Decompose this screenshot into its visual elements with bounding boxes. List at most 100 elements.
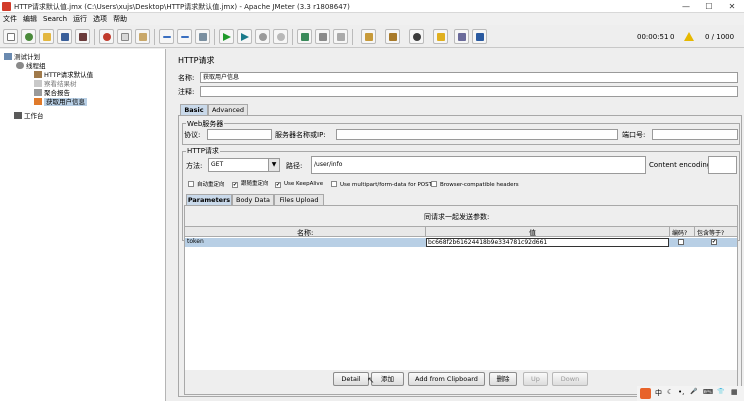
column-divider [669, 227, 670, 237]
test-plan-tree[interactable]: 测试计划 线程组 HTTP请求默认值 察看结果树 聚合报告 获取用户信息 工作台 [0, 49, 166, 401]
wrench-icon [34, 71, 42, 78]
page-title: HTTP请求 [178, 56, 215, 65]
multipart-checkbox[interactable]: Use multipart/form-data for POST [331, 181, 432, 189]
menu-help[interactable]: 帮助 [110, 13, 130, 25]
test-plan-icon [4, 53, 12, 60]
paste-icon[interactable] [135, 29, 150, 44]
tab-parameters[interactable]: Parameters [186, 194, 232, 205]
open-icon[interactable] [39, 29, 54, 44]
server-field[interactable] [336, 129, 618, 140]
table-row[interactable]: token bc668f2b61624418b9e334781c92d661 ✔ [185, 238, 737, 247]
function-helper-icon[interactable] [454, 29, 469, 44]
start-icon[interactable] [219, 29, 234, 44]
close-button[interactable]: ✕ [720, 0, 744, 13]
column-divider [425, 227, 426, 237]
ime-mode-label[interactable]: 中 [655, 388, 662, 398]
add-from-clipboard-button[interactable]: Add from Clipboard [408, 372, 485, 386]
skin-icon[interactable]: 👕 [717, 388, 724, 395]
method-select[interactable]: GET ▼ [208, 158, 280, 172]
chevron-down-icon: ▼ [268, 159, 279, 171]
column-name[interactable]: 名称: [297, 228, 313, 238]
menu-run[interactable]: 运行 [70, 13, 90, 25]
tab-basic[interactable]: Basic [180, 104, 208, 115]
comment-field[interactable] [200, 86, 738, 97]
clear-all-icon[interactable] [385, 29, 400, 44]
save-as-icon[interactable] [75, 29, 90, 44]
name-field[interactable]: 获取用户信息 [200, 72, 738, 83]
toolbox-icon[interactable]: ▦ [731, 388, 738, 396]
remote-stop-icon[interactable] [315, 29, 330, 44]
encoding-field[interactable] [708, 156, 737, 174]
expand-icon[interactable] [159, 29, 174, 44]
clear-icon[interactable] [361, 29, 376, 44]
param-value-cell[interactable]: bc668f2b61624418b9e334781c92d661 [426, 238, 669, 247]
tree-node-get-user-info[interactable]: 获取用户信息 [34, 97, 87, 107]
encode-checkbox[interactable] [678, 239, 684, 245]
param-name-cell[interactable]: token [187, 238, 204, 245]
toolbar-divider [352, 29, 353, 45]
table-header: 名称: 值 编码? 包含等于? [185, 227, 737, 237]
port-label: 端口号: [622, 131, 646, 139]
tree-node-workbench[interactable]: 工作台 [14, 111, 44, 121]
save-icon[interactable] [57, 29, 72, 44]
ime-toolbar: 中 ☾ •, 🎤 ⌨ 👕 ▦ [637, 386, 744, 401]
keepalive-checkbox[interactable]: ✔ Use KeepAlive [275, 181, 323, 188]
tab-files-upload[interactable]: Files Upload [274, 194, 324, 205]
shutdown-icon[interactable] [273, 29, 288, 44]
jmeter-window: HTTP请求默认值.jmx (C:\Users\xujs\Desktop\HTT… [0, 0, 744, 401]
include-equals-checkbox[interactable]: ✔ [711, 239, 717, 245]
column-value[interactable]: 值 [529, 228, 536, 238]
cut-icon[interactable] [99, 29, 114, 44]
delete-button[interactable]: 删除 [489, 372, 517, 386]
remote-start-icon[interactable] [297, 29, 312, 44]
help-icon[interactable] [472, 29, 487, 44]
path-field[interactable]: /user/info [311, 156, 646, 174]
moon-icon[interactable]: ☾ [667, 388, 673, 396]
sampler-icon [34, 98, 42, 105]
toggle-icon[interactable] [195, 29, 210, 44]
protocol-field[interactable] [207, 129, 272, 140]
method-label: 方法: [186, 162, 203, 170]
params-caption: 同请求一起发送参数: [424, 213, 490, 221]
keyboard-icon[interactable]: ⌨ [703, 388, 713, 396]
microphone-icon[interactable]: 🎤 [690, 388, 697, 395]
copy-icon[interactable] [117, 29, 132, 44]
reset-search-icon[interactable] [433, 29, 448, 44]
auto-redirect-checkbox[interactable]: 自动重定向 [188, 181, 225, 189]
tab-advanced[interactable]: Advanced [208, 104, 248, 115]
encoding-label: Content encoding: [649, 161, 714, 169]
web-server-title: Web服务器 [186, 119, 225, 129]
checkmark-icon: ✔ [275, 182, 281, 188]
toolbar-divider [154, 29, 155, 45]
follow-redirects-checkbox[interactable]: ✔ 跟随重定向 [232, 181, 269, 188]
name-label: 名称: [178, 74, 195, 82]
punctuation-icon[interactable]: •, [678, 388, 684, 396]
collapse-icon[interactable] [177, 29, 192, 44]
add-button[interactable]: 添加 [371, 372, 404, 386]
minimize-button[interactable]: — [674, 0, 698, 13]
http-request-title: HTTP请求 [186, 146, 220, 156]
warning-icon[interactable] [684, 32, 694, 41]
stop-icon[interactable] [255, 29, 270, 44]
up-button[interactable]: Up [523, 372, 548, 386]
comment-label: 注释: [178, 88, 195, 96]
menu-search[interactable]: Search [40, 13, 70, 25]
sogou-ime-icon[interactable] [640, 388, 651, 399]
sampler-editor: HTTP请求 名称: 获取用户信息 注释: Basic Advanced Web… [174, 49, 744, 401]
search-icon[interactable] [409, 29, 424, 44]
menu-options[interactable]: 选项 [90, 13, 110, 25]
down-button[interactable]: Down [552, 372, 588, 386]
menu-edit[interactable]: 编辑 [20, 13, 40, 25]
new-icon[interactable] [3, 29, 18, 44]
column-encode[interactable]: 编码? [672, 228, 687, 237]
maximize-button[interactable]: ☐ [697, 0, 721, 13]
browser-headers-checkbox[interactable]: Browser-compatible headers [431, 181, 519, 189]
tab-body-data[interactable]: Body Data [232, 194, 274, 205]
templates-icon[interactable] [21, 29, 36, 44]
port-field[interactable] [652, 129, 738, 140]
start-no-pauses-icon[interactable] [237, 29, 252, 44]
detail-button[interactable]: Detail [333, 372, 369, 386]
column-include-equals[interactable]: 包含等于? [697, 228, 724, 237]
remote-shutdown-icon[interactable] [333, 29, 348, 44]
menu-file[interactable]: 文件 [0, 13, 20, 25]
